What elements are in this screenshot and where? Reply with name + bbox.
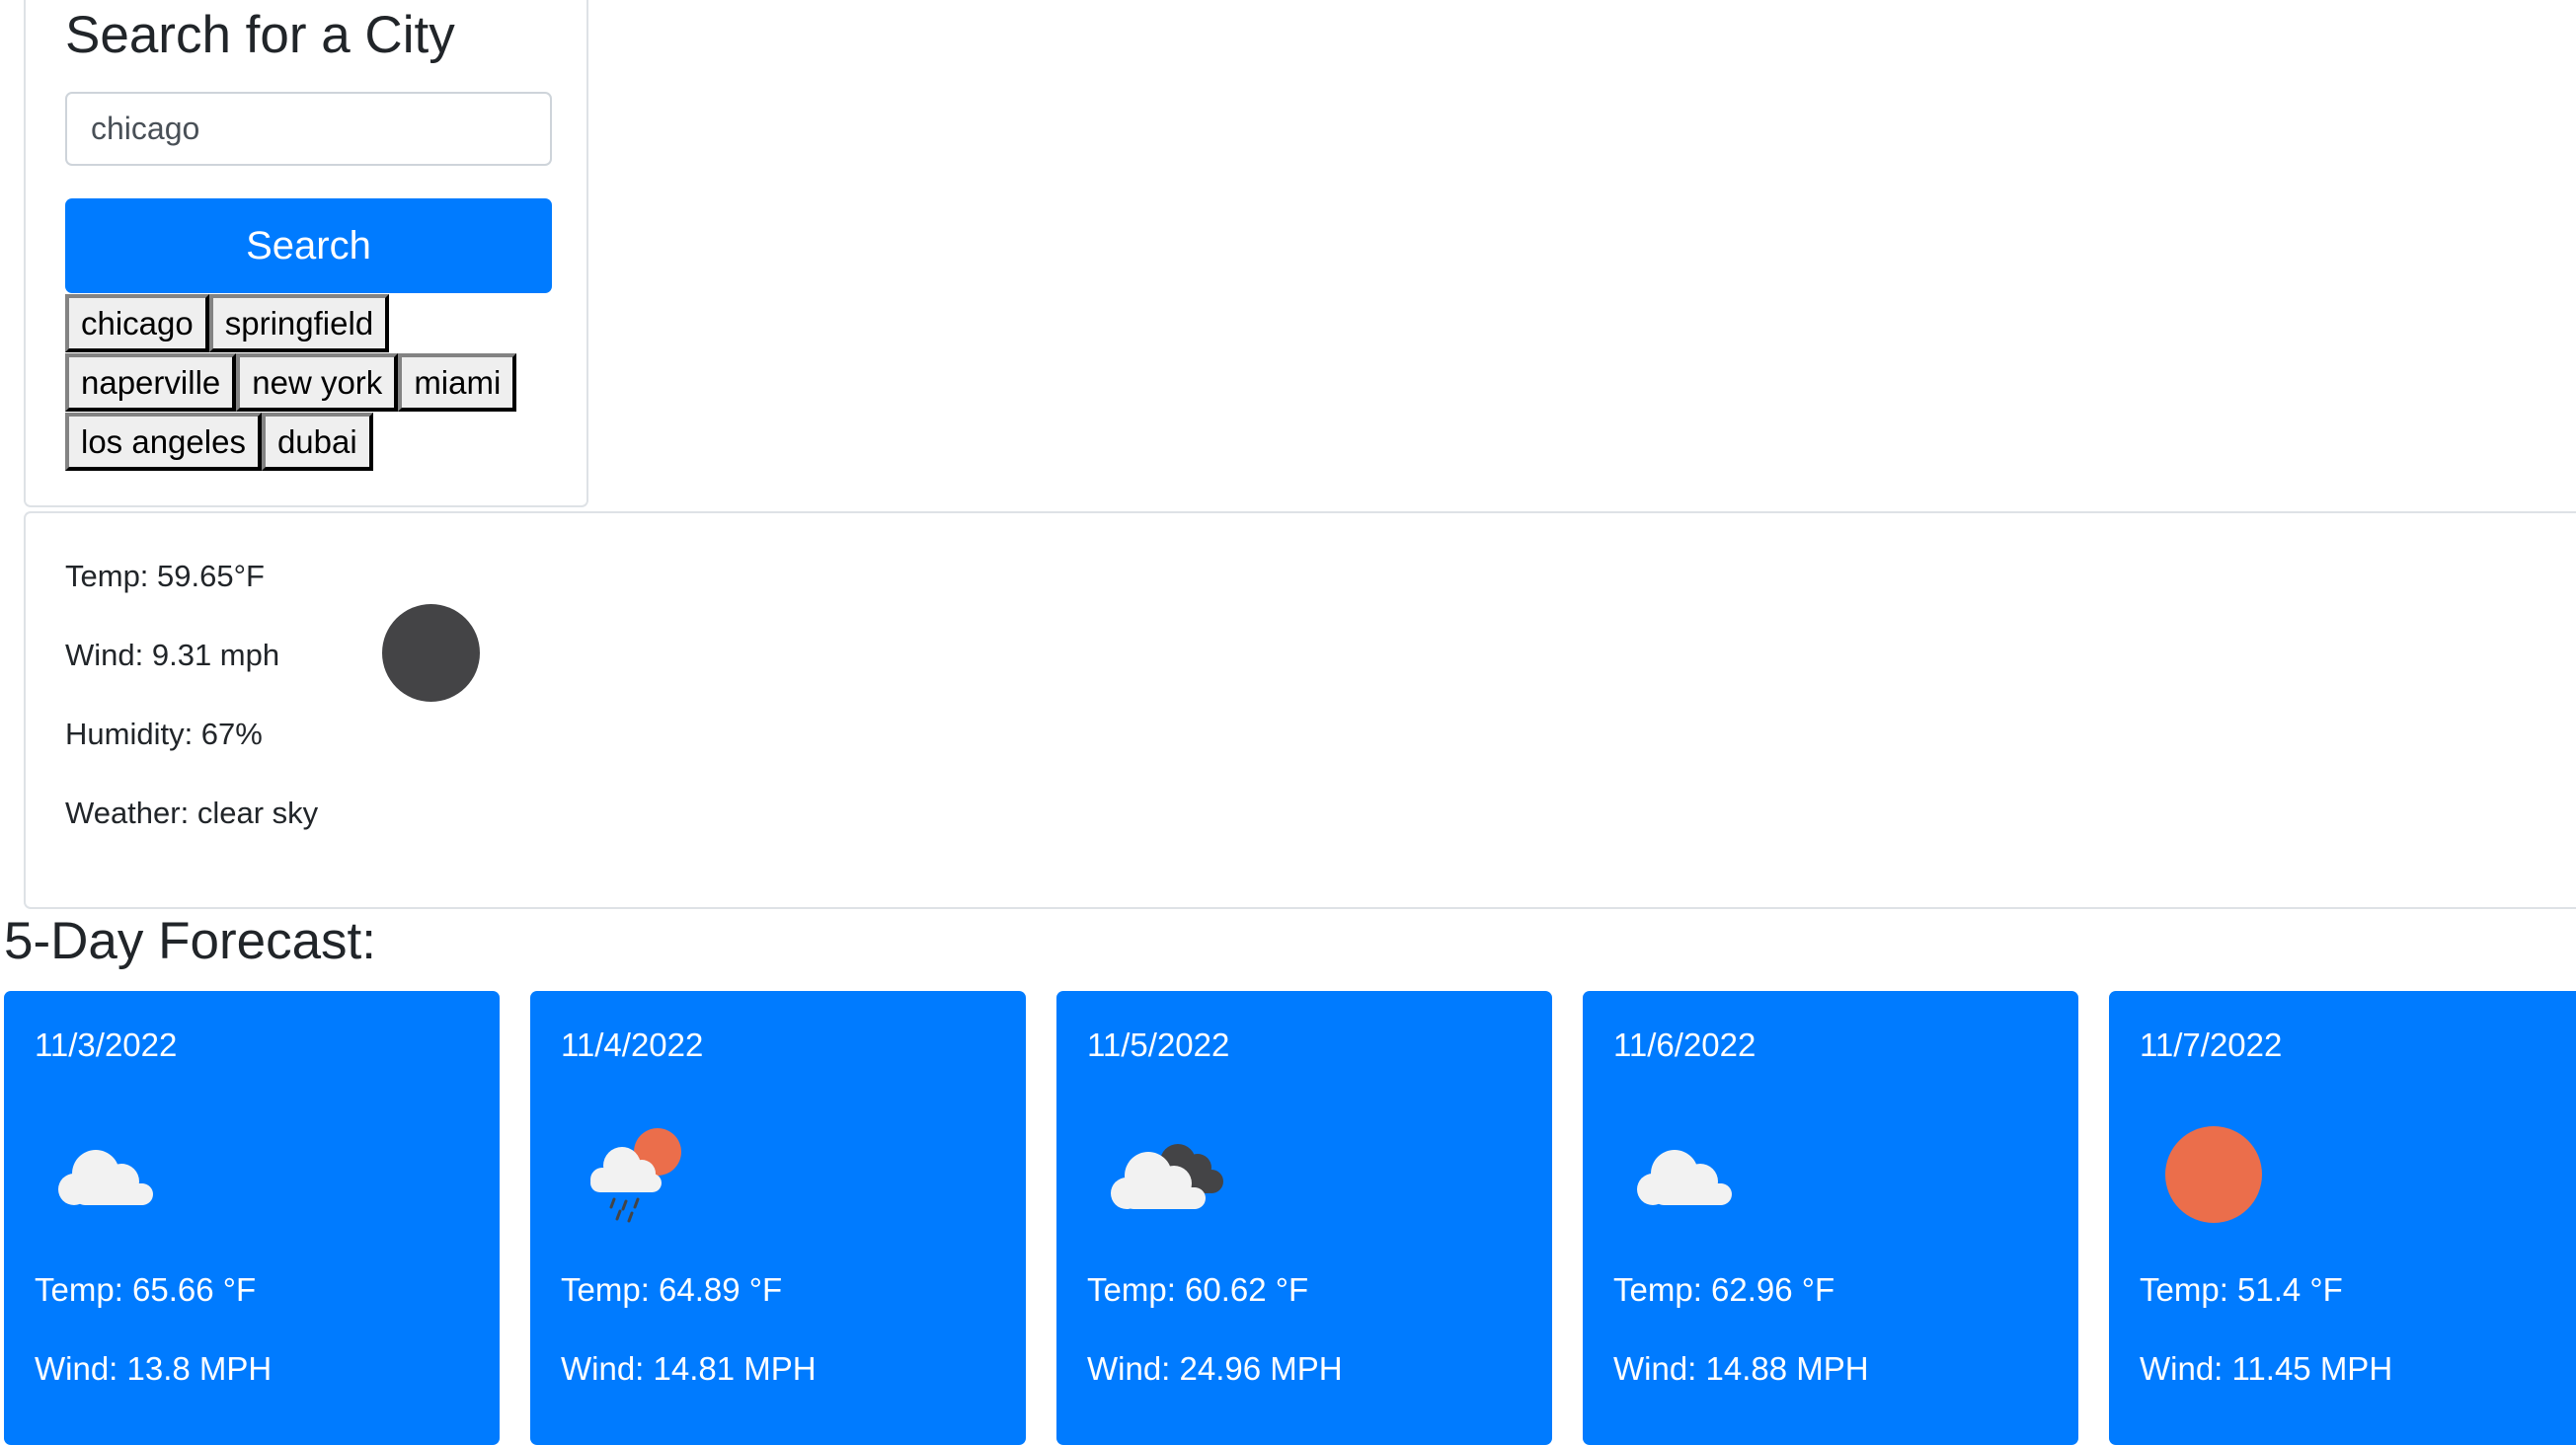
forecast-temp: Temp: 65.66 °F <box>35 1271 257 1308</box>
current-humidity: Humidity: 67% <box>65 717 263 751</box>
forecast-temp: Temp: 51.4 °F <box>2140 1271 2343 1308</box>
history-button-dubai[interactable]: dubai <box>261 413 373 471</box>
forecast-wind: Wind: 24.96 MPH <box>1087 1350 1343 1387</box>
forecast-temp: Temp: 60.62 °F <box>1087 1271 1309 1308</box>
history-button-miami[interactable]: miami <box>398 353 517 412</box>
current-wind: Wind: 9.31 mph <box>65 638 280 672</box>
search-history: chicago springfield naperville new york … <box>65 294 559 472</box>
history-button-springfield[interactable]: springfield <box>208 294 390 352</box>
forecast-card: 11/3/2022 Temp: 65.66 °F Wind: 13.8 MPH <box>4 991 500 1445</box>
rain-sun-icon <box>590 1128 681 1223</box>
forecast-card: 11/5/2022 Temp: 60.62 °F Wind: 24.96 MPH <box>1056 991 1552 1445</box>
forecast-wind: Wind: 11.45 MPH <box>2140 1350 2393 1387</box>
search-panel: Search for a City Search chicago springf… <box>24 0 588 507</box>
clear-night-icon <box>382 604 480 702</box>
forecast-card: 11/6/2022 Temp: 62.96 °F Wind: 14.88 MPH <box>1583 991 2078 1445</box>
history-row: los angeles dubai <box>65 413 559 472</box>
history-row: chicago springfield <box>65 294 559 353</box>
current-weather-description: Weather: clear sky <box>65 796 319 830</box>
forecast-row: 11/3/2022 Temp: 65.66 °F Wind: 13.8 MPH … <box>4 991 2576 1445</box>
history-button-new-york[interactable]: new york <box>236 353 399 412</box>
cloud-icon <box>1637 1150 1732 1205</box>
search-button[interactable]: Search <box>65 198 552 293</box>
current-temp: Temp: 59.65°F <box>65 559 265 593</box>
current-weather-panel: Temp: 59.65°F Wind: 9.31 mph Humidity: 6… <box>24 511 2576 909</box>
history-button-naperville[interactable]: naperville <box>65 353 237 412</box>
forecast-date: 11/7/2022 <box>2140 1027 2283 1063</box>
forecast-temp: Temp: 62.96 °F <box>1613 1271 1835 1308</box>
history-button-los-angeles[interactable]: los angeles <box>65 413 262 471</box>
forecast-temp: Temp: 64.89 °F <box>561 1271 783 1308</box>
forecast-wind: Wind: 13.8 MPH <box>35 1350 273 1387</box>
forecast-date: 11/5/2022 <box>1087 1027 1230 1063</box>
forecast-wind: Wind: 14.81 MPH <box>561 1350 817 1387</box>
forecast-card: 11/7/2022 Temp: 51.4 °F Wind: 11.45 MPH <box>2109 991 2576 1445</box>
forecast-card: 11/4/2022 Temp: 64.89 °F Wind: 14.81 MPH <box>530 991 1026 1445</box>
forecast-date: 11/4/2022 <box>561 1027 704 1063</box>
cloud-icon <box>58 1150 153 1205</box>
broken-clouds-icon <box>1111 1144 1223 1209</box>
forecast-date: 11/3/2022 <box>35 1027 178 1063</box>
history-button-chicago[interactable]: chicago <box>65 294 209 352</box>
search-title: Search for a City <box>65 6 455 64</box>
history-row: naperville new york miami <box>65 353 559 413</box>
forecast-wind: Wind: 14.88 MPH <box>1613 1350 1869 1387</box>
city-search-input[interactable] <box>65 92 552 166</box>
forecast-title: 5-Day Forecast: <box>4 912 377 970</box>
sun-icon <box>2165 1126 2262 1223</box>
forecast-date: 11/6/2022 <box>1613 1027 1756 1063</box>
